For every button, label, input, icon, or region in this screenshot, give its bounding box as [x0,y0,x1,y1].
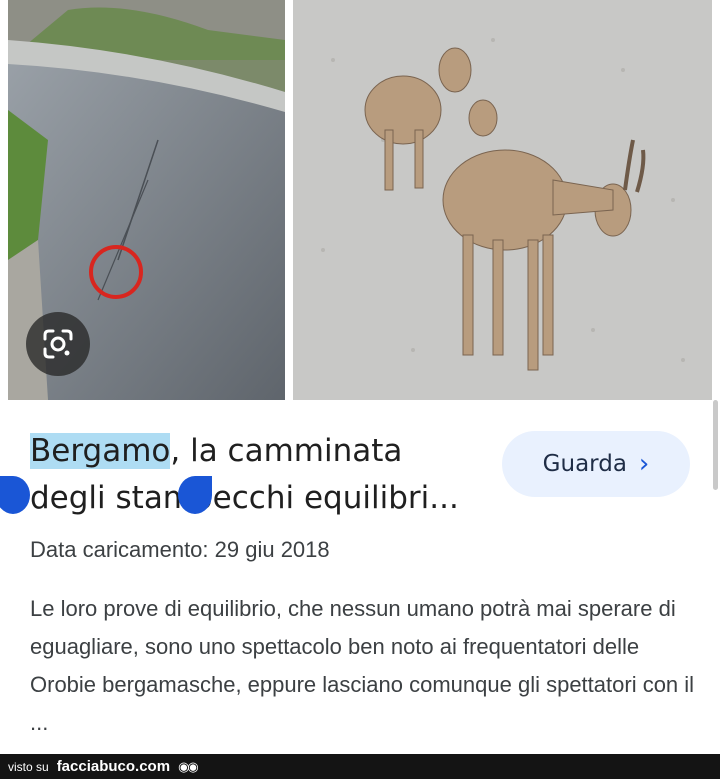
scrollbar[interactable] [713,400,718,490]
visto-su-label: visto su [8,759,49,774]
selection-handle-start[interactable] [0,476,30,514]
title-line1-rest: , la camminata [170,433,403,469]
result-title[interactable]: Bergamo, la camminata degli stambecchi e… [30,428,490,522]
title-highlight: Bergamo [30,433,171,469]
watermark-footer: visto su facciabuco.com ◉◉ [0,754,720,779]
result-description: Le loro prove di equilibrio, che nessun … [30,596,695,735]
eyes-icon: ◉◉ [178,758,199,774]
upload-date: Data caricamento: 29 giu 2018 [30,537,330,562]
title-line2: degli stambecchi equilibri... [30,480,459,516]
facciabuco-brand: facciabuco.com [56,758,171,775]
chevron-right-icon: › [638,449,650,479]
selection-handle-end[interactable] [178,476,212,514]
google-lens-icon [43,329,73,359]
image-strip [0,0,720,400]
guarda-button[interactable]: Guarda › [502,431,690,497]
guarda-label: Guarda [542,451,627,477]
ibex-image[interactable] [293,0,712,400]
google-lens-button[interactable] [26,312,90,376]
